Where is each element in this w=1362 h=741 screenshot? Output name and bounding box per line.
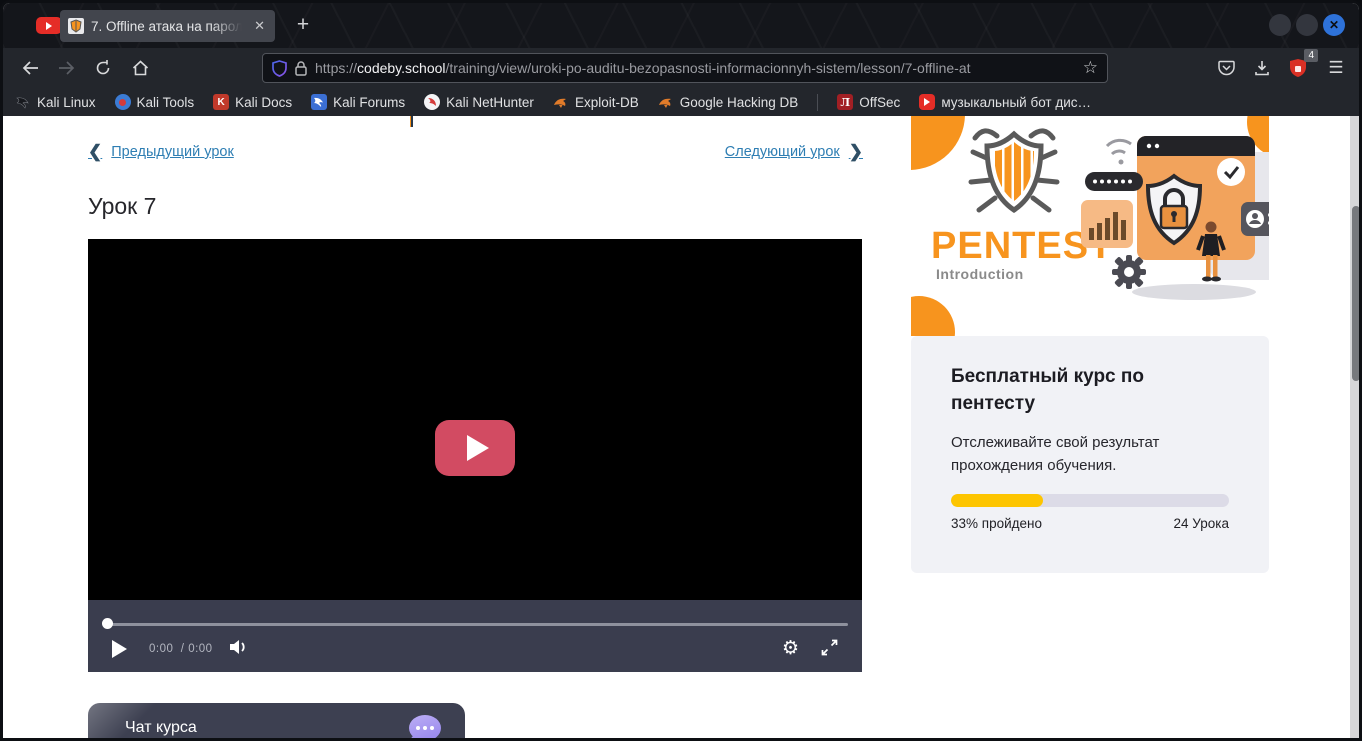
home-button[interactable] [127,55,153,81]
bookmarks-separator [817,94,818,111]
course-progress-card: Бесплатный курс по пентесту Отслеживайте… [911,336,1269,573]
codeby-bug-shield-icon [68,18,84,34]
window-close-button[interactable]: ✕ [1323,14,1345,36]
titlebar: 7. Offline атака на парол ✕ + ✕ [3,3,1359,48]
bookmark-exploit-db[interactable]: Exploit-DB [553,94,639,110]
pocket-icon [1218,60,1235,76]
url-scheme: https:// [315,60,357,76]
tab-lesson[interactable]: 7. Offline атака на парол ✕ [60,10,275,42]
chevron-right-icon: ❯ [849,142,863,162]
page-scrollbar-thumb[interactable] [1352,206,1359,381]
next-lesson-link[interactable]: Следующий урок ❯ [725,142,863,162]
url-bar[interactable]: https://codeby.school/training/view/urok… [262,53,1108,83]
extension-badge: 4 [1304,49,1318,62]
course-banner: PENTEST Introduction [911,116,1269,336]
tab-title: 7. Offline атака на парол [91,19,245,34]
course-card-title: Бесплатный курс по пентесту [951,364,1201,417]
lessons-count-label: 24 Урока [1174,516,1229,531]
chat-title: Чат курса [125,719,197,737]
forward-arrow-icon [58,61,75,75]
prev-lesson-link[interactable]: ❮ Предыдущий урок [88,142,234,162]
exploit-db-bird-icon [553,94,569,110]
download-icon [1254,60,1270,76]
home-icon [132,60,149,76]
kali-nethunter-icon [424,94,440,110]
menu-hamburger-icon[interactable]: ☰ [1323,55,1349,81]
url-text: https://codeby.school/training/view/urok… [315,60,1075,76]
play-overlay-button[interactable] [435,420,515,476]
kali-forums-icon [311,94,327,110]
page-title: Урок 7 [88,193,156,220]
youtube-icon [46,22,52,30]
reload-button[interactable] [90,55,116,81]
bookmark-kali-linux[interactable]: Kali Linux [15,94,96,110]
play-icon[interactable] [112,640,127,658]
url-path: /training/view/uroki-po-auditu-bezopasno… [446,60,971,76]
video-time: 0:00 / 0:00 [149,643,213,655]
bookmark-kali-nethunter[interactable]: Kali NetHunter [424,94,534,110]
bookmark-kali-docs[interactable]: K Kali Docs [213,94,292,110]
bookmark-kali-forums[interactable]: Kali Forums [311,94,405,110]
shield-tracking-icon [272,60,287,77]
settings-gear-icon[interactable]: ⚙ [782,637,799,659]
adblock-shield-icon [1290,59,1306,77]
bookmark-offsec[interactable]: Л OffSec [837,94,900,110]
reload-icon [95,60,111,76]
progress-fill [951,494,1043,507]
window-minimize-button[interactable] [1269,14,1291,36]
bookmark-kali-tools[interactable]: Kali Tools [115,94,195,110]
new-tab-button[interactable]: + [290,11,316,39]
progress-percent-label: 33% пройдено [951,516,1042,531]
video-progress-track[interactable] [107,623,848,626]
chevron-left-icon: ❮ [88,142,102,162]
youtube-icon [919,94,935,110]
browser-window: 7. Offline атака на парол ✕ + ✕ https://… [0,0,1362,741]
course-progress-bar [951,494,1229,507]
banner-subtitle: Introduction [936,266,1024,282]
ghdb-bird-icon [658,94,674,110]
forward-button[interactable] [53,55,79,81]
pinned-tab-youtube[interactable] [36,17,62,34]
tab-close-icon[interactable]: ✕ [252,18,267,34]
back-arrow-icon [22,61,39,75]
bookmark-star-icon[interactable]: ☆ [1083,58,1098,78]
course-card-description: Отслеживайте свой результат прохождения … [951,432,1226,477]
downloads-button[interactable] [1249,55,1275,81]
bookmarks-bar: Kali Linux Kali Tools K Kali Docs Kali F… [3,88,1359,116]
bookmark-google-hacking-db[interactable]: Google Hacking DB [658,94,799,110]
adblock-extension-button[interactable]: 4 [1285,55,1311,81]
pocket-button[interactable] [1213,55,1239,81]
progress-labels: 33% пройдено 24 Урока [951,516,1229,531]
window-maximize-button[interactable] [1296,14,1318,36]
page-content: ❮ Предыдущий урок Следующий урок ❯ Урок … [3,116,1359,741]
security-illustration [1081,136,1269,300]
lock-icon [295,61,307,76]
video-progress-handle[interactable] [102,618,113,629]
page-scrollbar[interactable] [1350,116,1359,741]
kali-docs-icon: K [213,94,229,110]
url-host: codeby.school [357,60,445,76]
lesson-navigation: ❮ Предыдущий урок Следующий урок ❯ [88,142,863,162]
bookmark-music-bot[interactable]: музыкальный бот дис… [919,94,1091,110]
back-button[interactable] [17,55,43,81]
video-player[interactable]: 0:00 / 0:00 ⚙ [88,239,862,672]
volume-icon[interactable] [229,638,249,656]
play-overlay-icon [467,435,489,461]
chat-bubble-icon[interactable] [409,715,441,741]
pentest-banner-illustration: PENTEST Introduction [911,116,1269,336]
kali-dragon-icon [15,94,31,110]
cutoff-text-fragment [410,116,413,127]
kali-tools-icon [115,94,131,110]
fullscreen-icon[interactable] [821,639,838,656]
offsec-icon: Л [837,94,853,110]
video-controls-bar: 0:00 / 0:00 ⚙ [88,600,862,672]
course-chat-card[interactable]: Чат курса [88,703,465,741]
